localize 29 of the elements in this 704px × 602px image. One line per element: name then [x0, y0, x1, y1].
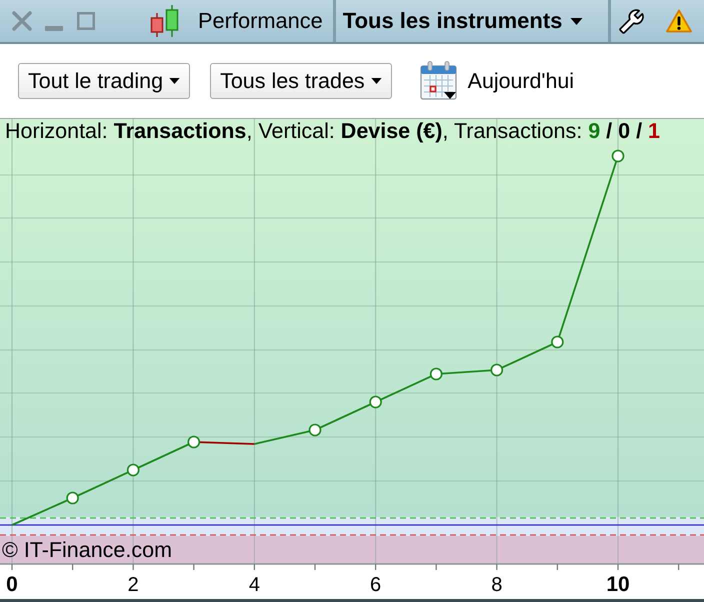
data-point — [66, 492, 79, 504]
chart-caption: Horizontal: Transactions, Vertical: Devise (€), Transactions: 9 / 0 / 1 — [5, 119, 660, 143]
axis-tick-label: 6 — [370, 574, 382, 596]
date-filter-label[interactable]: Aujourd'hui — [468, 68, 574, 94]
data-point — [369, 396, 382, 408]
candlestick-icon — [150, 4, 180, 38]
axis-tick-label: 8 — [491, 574, 502, 596]
data-point — [430, 368, 442, 380]
axis-tick-label: 10 — [606, 573, 630, 596]
data-point — [490, 364, 504, 376]
data-point — [188, 436, 200, 448]
warning-icon[interactable] — [666, 9, 692, 33]
wrench-icon[interactable] — [618, 8, 644, 34]
caret-icon — [370, 78, 382, 84]
caret-icon — [570, 18, 584, 24]
caret-icon — [169, 78, 180, 84]
copyright-text: © IT-Finance.com — [2, 538, 172, 562]
calendar-icon[interactable] — [420, 61, 458, 101]
data-point — [126, 464, 140, 476]
data-point — [551, 336, 564, 348]
instrument-dropdown[interactable]: Tous les instruments — [332, 0, 611, 42]
data-point — [308, 424, 322, 436]
axis-tick-label: 0 — [6, 573, 18, 596]
filter-dropdown[interactable]: Tous les trades — [210, 63, 392, 99]
data-point — [612, 150, 624, 162]
axis-tick-label: 4 — [248, 574, 260, 596]
filter-dropdown[interactable]: Tout le trading — [18, 63, 190, 99]
axis-tick-label: 2 — [128, 574, 139, 596]
window-title: Performance — [198, 8, 323, 34]
